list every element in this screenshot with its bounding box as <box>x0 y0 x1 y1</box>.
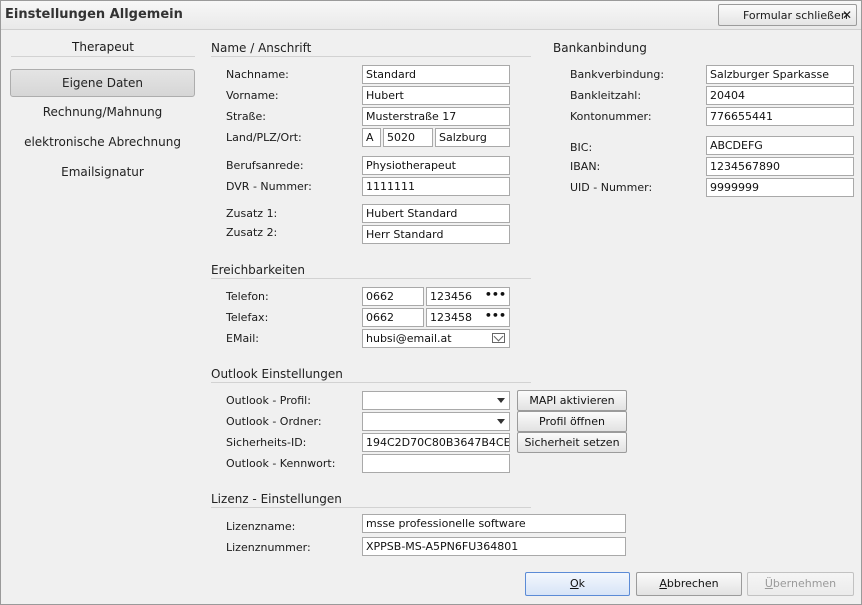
vorname-label: Vorname: <box>226 89 279 102</box>
telefax-label: Telefax: <box>226 311 269 324</box>
chevron-down-icon[interactable] <box>497 419 505 424</box>
bankverbindung-field[interactable]: Salzburger Sparkasse <box>706 65 854 84</box>
strasse-field[interactable]: Musterstraße 17 <box>362 107 510 126</box>
lizenznummer-label: Lizenznummer: <box>226 541 311 554</box>
sidebar-heading: Therapeut <box>72 40 134 54</box>
zusatz2-field[interactable]: Herr Standard <box>362 225 510 244</box>
lizenzname-label: Lizenzname: <box>226 520 296 533</box>
outlook-ordner-label: Outlook - Ordner: <box>226 415 322 428</box>
telefon-number-field[interactable]: 123456 ••• <box>426 287 510 306</box>
section-bankanbindung: Bankanbindung <box>553 41 647 55</box>
telefon-label: Telefon: <box>226 290 269 303</box>
sicherheit-setzen-button[interactable]: Sicherheit setzen <box>517 432 627 453</box>
uid-label: UID - Nummer: <box>570 181 653 194</box>
nachname-label: Nachname: <box>226 68 289 81</box>
berufsanrede-field[interactable]: Physiotherapeut <box>362 156 510 175</box>
lizenzname-field[interactable]: msse professionelle software <box>362 514 626 533</box>
outlook-ordner-select[interactable] <box>362 412 510 431</box>
bankleitzahl-label: Bankleitzahl: <box>570 89 642 102</box>
ellipsis-icon[interactable]: ••• <box>485 309 506 322</box>
title-bar: Einstellungen Allgemein Formular schließ… <box>1 1 861 30</box>
strasse-label: Straße: <box>226 110 266 123</box>
zusatz1-label: Zusatz 1: <box>226 207 278 220</box>
section-divider <box>211 278 531 279</box>
sidebar-item-eigene-daten[interactable]: Eigene Daten <box>10 69 195 97</box>
sicherheits-id-field[interactable]: 194C2D70C80B3647B4CE0E81 <box>362 433 510 452</box>
vorname-field[interactable]: Hubert <box>362 86 510 105</box>
sicherheits-id-label: Sicherheits-ID: <box>226 436 307 449</box>
ort-field[interactable]: Salzburg <box>435 128 510 147</box>
close-form-label: Formular schließen <box>743 9 848 22</box>
email-label: EMail: <box>226 332 259 345</box>
outlook-profil-select[interactable] <box>362 391 510 410</box>
iban-label: IBAN: <box>570 160 601 173</box>
telefax-number-value: 123458 <box>430 311 472 324</box>
mail-icon[interactable] <box>492 333 505 343</box>
plz-field[interactable]: 5020 <box>383 128 433 147</box>
land-plz-ort-label: Land/PLZ/Ort: <box>226 131 302 144</box>
bankverbindung-label: Bankverbindung: <box>570 68 665 81</box>
iban-field[interactable]: 1234567890 <box>706 157 854 176</box>
window-title: Einstellungen Allgemein <box>5 7 183 22</box>
section-name-anschrift: Name / Anschrift <box>211 41 312 55</box>
abbrechen-button[interactable]: Abbrechen <box>636 572 742 596</box>
zusatz1-field[interactable]: Hubert Standard <box>362 204 510 223</box>
bic-field[interactable]: ABCDEFG <box>706 136 854 155</box>
profil-oeffnen-button[interactable]: Profil öffnen <box>517 411 627 432</box>
telefax-number-field[interactable]: 123458 ••• <box>426 308 510 327</box>
mapi-aktivieren-button[interactable]: MAPI aktivieren <box>517 390 627 411</box>
close-icon: ✕ <box>842 8 853 22</box>
email-value: hubsi@email.at <box>366 332 452 345</box>
outlook-profil-label: Outlook - Profil: <box>226 394 311 407</box>
lizenznummer-field[interactable]: XPPSB-MS-A5PN6FU364801 <box>362 537 626 556</box>
email-field[interactable]: hubsi@email.at <box>362 329 510 348</box>
bic-label: BIC: <box>570 141 593 154</box>
zusatz2-label: Zusatz 2: <box>226 226 278 239</box>
ok-button[interactable]: Ok <box>525 572 630 596</box>
kontonummer-label: Kontonummer: <box>570 110 652 123</box>
close-form-button[interactable]: Formular schließen ✕ <box>718 4 857 26</box>
telefon-number-value: 123456 <box>430 290 472 303</box>
sidebar-item-rechnung-mahnung[interactable]: Rechnung/Mahnung <box>10 99 195 127</box>
uebernehmen-button[interactable]: Übernehmen <box>747 572 854 596</box>
land-field[interactable]: A <box>362 128 381 147</box>
bankleitzahl-field[interactable]: 20404 <box>706 86 854 105</box>
telefon-prefix-field[interactable]: 0662 <box>362 287 424 306</box>
uid-field[interactable]: 9999999 <box>706 178 854 197</box>
section-lizenz: Lizenz - Einstellungen <box>211 492 342 506</box>
berufsanrede-label: Berufsanrede: <box>226 159 304 172</box>
ellipsis-icon[interactable]: ••• <box>485 288 506 301</box>
outlook-kennwort-label: Outlook - Kennwort: <box>226 457 336 470</box>
section-ereichbarkeiten: Ereichbarkeiten <box>211 263 306 277</box>
dvr-field[interactable]: 1111111 <box>362 177 510 196</box>
section-divider <box>211 56 531 57</box>
section-divider <box>211 382 531 383</box>
nachname-field[interactable]: Standard <box>362 65 510 84</box>
settings-window: Einstellungen Allgemein Formular schließ… <box>0 0 862 605</box>
section-outlook: Outlook Einstellungen <box>211 367 343 381</box>
section-divider <box>211 507 531 508</box>
sidebar-divider <box>11 56 195 57</box>
chevron-down-icon[interactable] <box>497 398 505 403</box>
kontonummer-field[interactable]: 776655441 <box>706 107 854 126</box>
dvr-label: DVR - Nummer: <box>226 180 312 193</box>
telefax-prefix-field[interactable]: 0662 <box>362 308 424 327</box>
sidebar-item-elektronische-abrechnung[interactable]: elektronische Abrechnung <box>10 129 195 157</box>
sidebar-item-emailsignatur[interactable]: Emailsignatur <box>10 159 195 187</box>
outlook-kennwort-field[interactable] <box>362 454 510 473</box>
